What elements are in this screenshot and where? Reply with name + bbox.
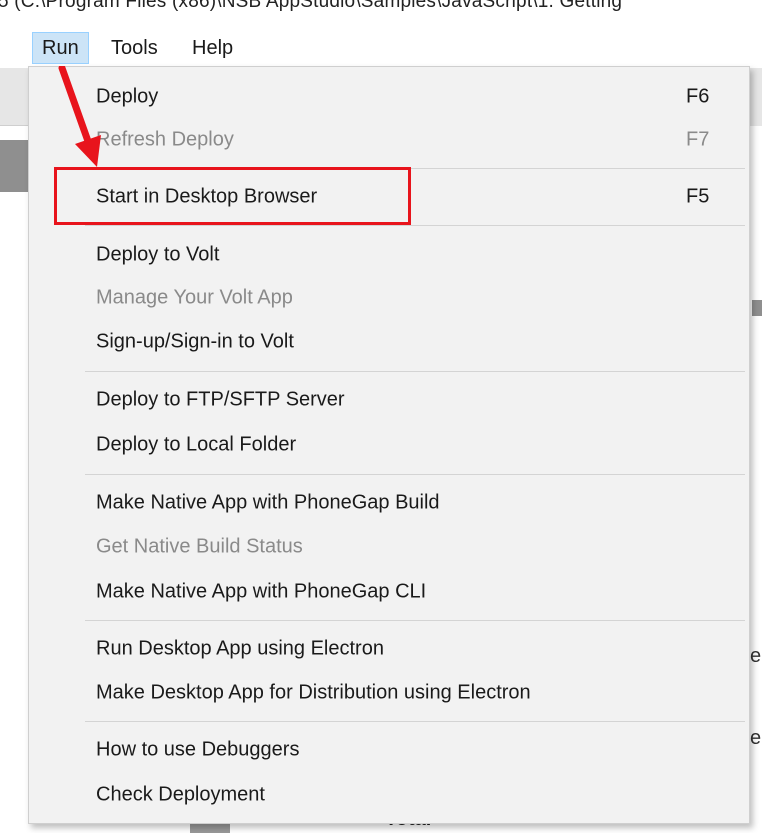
menu-item-label: Make Desktop App for Distribution using … (96, 681, 531, 704)
menu-item-label: Deploy to FTP/SFTP Server (96, 388, 345, 411)
menu-item-deploy[interactable]: Deploy F6 (29, 77, 749, 117)
menu-item-label: Deploy to Volt (96, 243, 220, 266)
menu-item-label: How to use Debuggers (96, 738, 300, 761)
menu-item-label: Manage Your Volt App (96, 286, 293, 309)
menu-item-label: Deploy to Local Folder (96, 433, 297, 456)
background-partial-text: e (750, 727, 762, 749)
menu-separator (85, 721, 745, 722)
menu-item-deploy-local-folder[interactable]: Deploy to Local Folder (29, 425, 749, 465)
red-arrow-icon (58, 66, 101, 167)
menu-item-native-build-status[interactable]: Get Native Build Status (29, 527, 749, 567)
menu-separator (85, 620, 745, 621)
menu-item-distribute-electron[interactable]: Make Desktop App for Distribution using … (29, 673, 749, 713)
menu-item-shortcut: F5 (686, 185, 710, 208)
menu-item-shortcut: F7 (686, 128, 710, 151)
menu-separator (85, 371, 745, 372)
menu-item-run-electron[interactable]: Run Desktop App using Electron (29, 629, 749, 669)
menu-item-sign-in-volt[interactable]: Sign-up/Sign-in to Volt (29, 322, 749, 362)
menu-item-deploy-ftp[interactable]: Deploy to FTP/SFTP Server (29, 380, 749, 420)
menu-separator (85, 225, 745, 226)
menu-item-refresh-deploy[interactable]: Refresh Deploy F7 (29, 120, 749, 160)
background-right-strip (752, 300, 762, 316)
highlight-box (54, 167, 411, 225)
menu-item-check-deployment[interactable]: Check Deployment (29, 775, 749, 815)
window-title: 5 (C:\Program Files (x86)\NSB AppStudio\… (0, 0, 623, 12)
menu-item-label: Sign-up/Sign-in to Volt (96, 330, 294, 353)
menu-separator (85, 474, 745, 475)
menu-item-label: Make Native App with PhoneGap Build (96, 491, 440, 514)
menu-item-phonegap-build[interactable]: Make Native App with PhoneGap Build (29, 483, 749, 523)
menu-item-label: Make Native App with PhoneGap CLI (96, 580, 427, 603)
background-panel-strip (0, 140, 30, 192)
menu-item-manage-volt-app[interactable]: Manage Your Volt App (29, 278, 749, 318)
menu-item-label: Run Desktop App using Electron (96, 637, 384, 660)
menu-help[interactable]: Help (183, 32, 242, 64)
menu-bar: Run Tools Help (0, 30, 762, 66)
menu-item-label: Check Deployment (96, 783, 265, 806)
window-title-bar: 5 (C:\Program Files (x86)\NSB AppStudio\… (0, 0, 762, 30)
menu-item-label: Refresh Deploy (96, 128, 234, 151)
menu-run[interactable]: Run (32, 32, 89, 64)
menu-item-label: Get Native Build Status (96, 535, 303, 558)
menu-item-phonegap-cli[interactable]: Make Native App with PhoneGap CLI (29, 572, 749, 612)
menu-item-debuggers[interactable]: How to use Debuggers (29, 730, 749, 770)
background-partial-text: e (750, 645, 762, 667)
menu-item-deploy-to-volt[interactable]: Deploy to Volt (29, 235, 749, 275)
menu-tools[interactable]: Tools (102, 32, 167, 64)
menu-item-shortcut: F6 (686, 85, 710, 108)
